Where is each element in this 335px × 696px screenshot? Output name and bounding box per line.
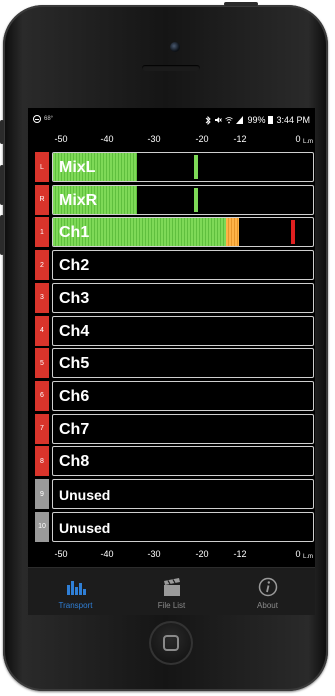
scale-unit-label: L.m bbox=[302, 139, 314, 145]
wifi-icon bbox=[225, 117, 234, 124]
level-meter: Ch3 bbox=[52, 282, 314, 313]
tab-about[interactable]: About bbox=[220, 568, 315, 615]
scale-tick-label: -50 bbox=[54, 549, 68, 559]
tab-bar: Transport File List About bbox=[28, 567, 315, 615]
tab-file-list[interactable]: File List bbox=[124, 568, 219, 615]
peak-hold-marker bbox=[291, 220, 296, 245]
transport-meter-icon bbox=[66, 581, 86, 595]
scale-tick-label: -40 bbox=[100, 549, 114, 559]
earpiece-speaker bbox=[142, 65, 200, 71]
channel-name: MixR bbox=[59, 191, 98, 209]
level-meter: Ch6 bbox=[52, 380, 314, 411]
channel-number-badge: 7 bbox=[35, 413, 49, 444]
channel-number-badge: 3 bbox=[35, 282, 49, 313]
tab-transport-label: Transport bbox=[58, 601, 93, 610]
channel-name: Ch7 bbox=[59, 420, 90, 438]
scale-tick-label: -40 bbox=[100, 134, 114, 144]
channel-number-badge: 5 bbox=[35, 348, 49, 379]
scale-tick-label: -30 bbox=[147, 549, 161, 559]
level-meter: MixL bbox=[52, 152, 314, 182]
volume-up-button bbox=[0, 165, 4, 205]
scale-tick-label: 0 bbox=[295, 134, 301, 144]
channel-number-badge: 4 bbox=[35, 315, 49, 346]
level-meter: Unused bbox=[52, 511, 314, 542]
scale-tick-label: -50 bbox=[54, 134, 68, 144]
channel-name: Ch4 bbox=[59, 322, 90, 340]
channel-number-badge: R bbox=[35, 184, 49, 215]
channel-row[interactable]: 4 Ch4 bbox=[35, 315, 314, 346]
circle-minus-icon bbox=[33, 115, 41, 123]
channel-name: Ch2 bbox=[59, 257, 90, 275]
channel-name: Ch8 bbox=[59, 453, 90, 471]
status-time: 3:44 PM bbox=[276, 115, 310, 125]
channel-name: Ch6 bbox=[59, 387, 90, 405]
tab-file-list-label: File List bbox=[157, 601, 186, 610]
phone-frame: 68° 99% 3:44 PM -50 -40 -30 -20 -12 0 L.m L Mix… bbox=[0, 2, 328, 691]
scale-tick-label: -20 bbox=[195, 134, 209, 144]
channel-number-badge: 2 bbox=[35, 250, 49, 281]
signal-icon bbox=[236, 116, 244, 124]
scale-tick-label: -30 bbox=[147, 134, 161, 144]
battery-icon bbox=[268, 116, 274, 124]
scale-tick-label: -20 bbox=[195, 549, 209, 559]
peak-hold-marker bbox=[194, 187, 199, 212]
level-meter: Ch1 bbox=[52, 217, 314, 248]
channel-row[interactable]: 6 Ch6 bbox=[35, 380, 314, 411]
volume-down-button bbox=[0, 215, 4, 255]
channel-number-badge: 10 bbox=[35, 511, 49, 542]
channel-number-badge: 1 bbox=[35, 217, 49, 248]
channel-name: Ch3 bbox=[59, 289, 90, 307]
bluetooth-icon bbox=[206, 115, 212, 125]
channel-row[interactable]: 5 Ch5 bbox=[35, 348, 314, 379]
scale-tick-label: -12 bbox=[233, 134, 247, 144]
channel-number-badge: 8 bbox=[35, 446, 49, 477]
channel-number-badge: 9 bbox=[35, 479, 49, 509]
level-meter: Ch4 bbox=[52, 315, 314, 346]
mute-switch bbox=[0, 120, 4, 144]
level-meter-warning-fill bbox=[225, 218, 239, 247]
peak-hold-marker bbox=[194, 155, 199, 179]
power-button bbox=[224, 2, 258, 6]
channel-row[interactable]: 9 Unused bbox=[35, 479, 314, 509]
status-bar: 68° 99% 3:44 PM bbox=[28, 108, 315, 130]
channel-row[interactable]: R MixR bbox=[35, 184, 314, 215]
channel-number-badge: 6 bbox=[35, 380, 49, 411]
scale-unit-label: L.m bbox=[302, 554, 314, 560]
tab-transport[interactable]: Transport bbox=[28, 568, 123, 615]
meter-scale-bottom: -50 -40 -30 -20 -12 0 L.m bbox=[28, 549, 315, 561]
level-meter: Ch5 bbox=[52, 348, 314, 379]
level-meter: Ch8 bbox=[52, 446, 314, 477]
channel-row[interactable]: 8 Ch8 bbox=[35, 446, 314, 477]
channel-row[interactable]: L MixL bbox=[35, 152, 314, 182]
level-meter: Ch7 bbox=[52, 413, 314, 444]
level-meter: Unused bbox=[52, 479, 314, 509]
status-small-text: 68° bbox=[44, 116, 54, 122]
channel-name: Unused bbox=[59, 519, 111, 536]
home-button[interactable] bbox=[149, 621, 193, 665]
tab-about-label: About bbox=[257, 601, 278, 610]
channel-name: MixL bbox=[59, 159, 96, 176]
level-meter: Ch2 bbox=[52, 250, 314, 281]
battery-percent: 99% bbox=[247, 115, 266, 125]
scale-tick-label: -12 bbox=[233, 549, 247, 559]
channel-row[interactable]: 10 Unused bbox=[35, 511, 314, 542]
home-square-icon bbox=[163, 635, 179, 651]
level-meter: MixR bbox=[52, 184, 314, 215]
info-icon bbox=[258, 577, 277, 597]
channel-name: Ch1 bbox=[59, 224, 90, 242]
channel-name: Unused bbox=[59, 487, 111, 503]
channel-row[interactable]: 7 Ch7 bbox=[35, 413, 314, 444]
mute-icon bbox=[215, 117, 223, 123]
app-screen: 68° 99% 3:44 PM -50 -40 -30 -20 -12 0 L.m L Mix… bbox=[28, 108, 315, 615]
channel-name: Ch5 bbox=[59, 355, 90, 373]
channel-row[interactable]: 2 Ch2 bbox=[35, 250, 314, 281]
channel-number-badge: L bbox=[35, 152, 49, 182]
scale-tick-label: 0 bbox=[295, 549, 301, 559]
channel-row[interactable]: 1 Ch1 bbox=[35, 217, 314, 248]
clapperboard-icon bbox=[163, 578, 180, 596]
meter-scale-top: -50 -40 -30 -20 -12 0 L.m bbox=[28, 134, 315, 146]
channel-row[interactable]: 3 Ch3 bbox=[35, 282, 314, 313]
front-camera bbox=[170, 42, 180, 52]
